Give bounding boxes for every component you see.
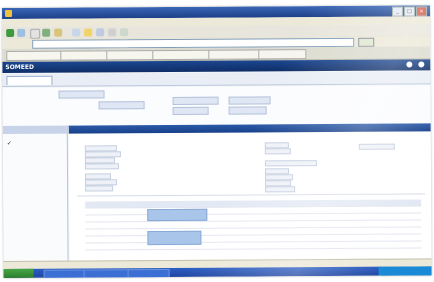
tab-5[interactable]: [186, 75, 224, 83]
refresh-icon[interactable]: [42, 28, 51, 37]
left-panel-header: [2, 125, 67, 134]
window-controls: _ □ ×: [391, 6, 428, 17]
form-value: [265, 186, 296, 193]
link-5[interactable]: [208, 49, 261, 60]
record-info-panel: [2, 85, 431, 127]
search-icon[interactable]: [72, 28, 81, 37]
tab-2[interactable]: [50, 75, 94, 83]
info-value: [98, 101, 145, 110]
taskbar-item[interactable]: [83, 269, 130, 278]
selected-cells[interactable]: [147, 230, 202, 246]
photo-of-monitor: _ □ × SOMEED ✓: [0, 0, 434, 282]
info-value: [228, 106, 267, 115]
info-value: [58, 90, 105, 99]
info-value: [172, 96, 219, 105]
tab-4[interactable]: [138, 75, 186, 83]
start-button[interactable]: [3, 268, 34, 278]
form-value: [358, 143, 395, 150]
nav-tabs: [2, 71, 431, 87]
tab-3[interactable]: [94, 75, 138, 83]
left-panel: ✓: [2, 125, 69, 261]
app-logo: SOMEED: [5, 63, 34, 71]
browser-icon: [5, 9, 13, 17]
maximize-button[interactable]: □: [403, 6, 416, 17]
divider: [77, 193, 426, 197]
go-button[interactable]: [358, 37, 375, 47]
home-icon[interactable]: [54, 28, 63, 37]
taskbar: [3, 266, 432, 278]
main-content: [68, 123, 432, 261]
logout-icon[interactable]: [418, 61, 425, 68]
main-header: [68, 123, 431, 134]
info-value: [228, 96, 271, 105]
browser-window: _ □ × SOMEED ✓: [2, 5, 432, 278]
favorites-icon[interactable]: [84, 28, 93, 37]
link-4[interactable]: [152, 49, 211, 61]
header-icons: [406, 61, 425, 68]
link-1[interactable]: [6, 50, 63, 61]
taskbar-item[interactable]: [127, 268, 170, 278]
info-value: [172, 106, 209, 115]
form-value: [84, 163, 119, 170]
minimize-button[interactable]: _: [391, 6, 404, 17]
form-value: [264, 160, 317, 167]
print-icon[interactable]: [120, 28, 129, 37]
history-icon[interactable]: [96, 28, 105, 37]
system-tray: [378, 266, 432, 276]
form-value: [264, 148, 291, 155]
link-3[interactable]: [106, 50, 155, 61]
help-icon[interactable]: [406, 61, 413, 68]
mail-icon[interactable]: [108, 28, 117, 37]
link-6[interactable]: [258, 49, 307, 60]
close-button[interactable]: ×: [415, 6, 428, 17]
stop-icon[interactable]: [30, 28, 41, 39]
selected-cells[interactable]: [147, 208, 208, 222]
back-icon[interactable]: [6, 28, 15, 37]
table-row[interactable]: [85, 241, 422, 251]
taskbar-item[interactable]: [43, 269, 86, 278]
check-icon[interactable]: ✓: [7, 140, 12, 147]
data-grid: [85, 199, 422, 253]
form-value: [85, 185, 114, 192]
tab-1[interactable]: [6, 75, 53, 85]
forward-icon[interactable]: [17, 28, 26, 37]
link-2[interactable]: [60, 50, 109, 61]
